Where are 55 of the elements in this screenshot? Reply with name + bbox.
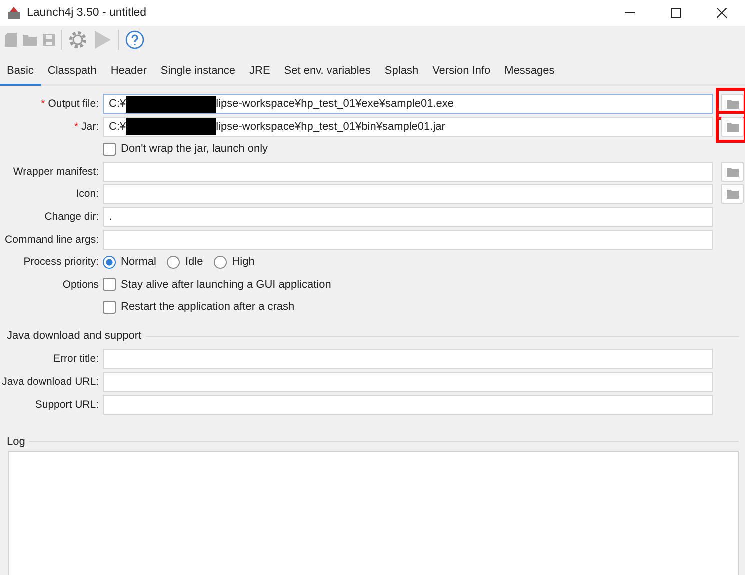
radio-button[interactable]: High — [214, 256, 255, 269]
app-icon — [7, 6, 21, 20]
folder-icon[interactable] — [23, 34, 37, 46]
text-field[interactable] — [103, 162, 713, 182]
folder-icon — [726, 99, 738, 109]
settings-icon[interactable] — [68, 30, 88, 50]
folder-icon — [726, 122, 738, 132]
checkbox[interactable]: Restart the application after a crash — [103, 300, 713, 314]
required-mark: * — [74, 120, 78, 133]
text-field[interactable] — [103, 349, 713, 370]
text-field[interactable]: . — [103, 206, 713, 227]
field-label: Error title: — [53, 353, 99, 366]
field-label: Support URL: — [35, 398, 99, 411]
text-field[interactable]: C:¥ lipse-workspace¥hp_test_01¥exe¥sample01.exe — [103, 94, 713, 114]
window-title: Launch4j 3.50 - untitled — [27, 7, 148, 19]
field-label: Java download URL: — [2, 376, 99, 388]
section-title: Log — [7, 436, 26, 448]
folder-icon — [726, 166, 738, 177]
text-field[interactable] — [103, 230, 713, 250]
tab[interactable]: Header — [104, 58, 154, 86]
new-file-icon[interactable] — [5, 33, 17, 47]
folder-icon — [726, 189, 738, 200]
tab[interactable]: Set env. variables — [277, 58, 378, 86]
field-label: Change dir: — [44, 210, 99, 223]
field-label: Wrapper manifest: — [13, 166, 99, 178]
checkbox[interactable]: Stay alive after launching a GUI application — [103, 278, 713, 292]
play-icon[interactable] — [94, 30, 112, 50]
tab[interactable]: Messages — [498, 58, 562, 86]
save-icon[interactable] — [43, 34, 55, 46]
tab[interactable]: Splash — [378, 58, 426, 86]
tab[interactable]: Version Info — [426, 58, 498, 86]
text-field[interactable] — [103, 394, 713, 415]
browse-button[interactable] — [721, 162, 744, 182]
field-label: Options — [62, 278, 99, 291]
field-label: Command line args: — [5, 234, 99, 246]
help-icon[interactable] — [125, 30, 145, 50]
browse-button[interactable] — [721, 184, 744, 204]
section-title: Java download and support — [7, 330, 142, 342]
checkbox[interactable]: Don't wrap the jar, launch only — [103, 142, 713, 156]
tab[interactable]: Basic — [0, 58, 41, 86]
field-label: Output file: — [48, 98, 99, 110]
tab[interactable]: JRE — [242, 58, 278, 86]
text-field[interactable]: C:¥ lipse-workspace¥hp_test_01¥bin¥sample01.jar — [103, 116, 713, 137]
tab[interactable]: Classpath — [40, 58, 104, 86]
tab[interactable]: Single instance — [154, 58, 243, 86]
required-mark: * — [41, 98, 46, 110]
field-label: Jar: — [81, 120, 99, 133]
field-label: Process priority: — [24, 256, 99, 268]
text-field[interactable] — [103, 184, 713, 204]
browse-button[interactable] — [721, 116, 744, 137]
field-label: Icon: — [76, 188, 99, 200]
text-field[interactable] — [103, 372, 713, 392]
log-area[interactable] — [8, 450, 739, 575]
radio-button[interactable]: Normal — [103, 256, 156, 269]
radio-button[interactable]: Idle — [167, 256, 204, 269]
